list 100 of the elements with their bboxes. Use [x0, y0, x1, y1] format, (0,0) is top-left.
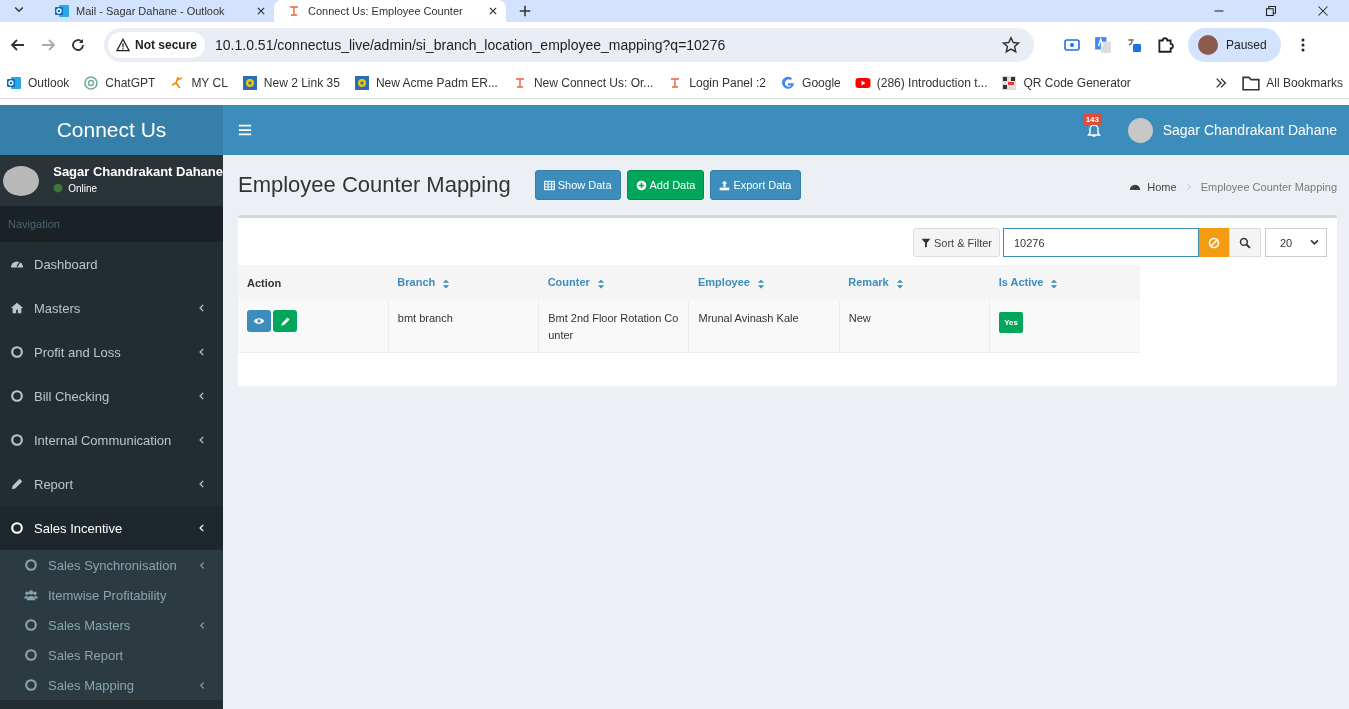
bookmark[interactable]: New Acme Padm ER... — [353, 75, 498, 91]
submenu-item[interactable]: Itemwise Profitability — [0, 580, 223, 610]
sidebar-item[interactable]: Sales Incentive — [0, 506, 223, 550]
notification-count: 143 — [1082, 114, 1102, 125]
close-icon[interactable] — [1317, 5, 1329, 17]
circle-icon — [24, 558, 38, 572]
sort-filter-button[interactable]: Sort & Filter — [912, 228, 1000, 257]
search-field[interactable]: 10276 — [1003, 228, 1199, 257]
translate-icon[interactable] — [1126, 37, 1142, 53]
bell-icon[interactable] — [1085, 122, 1102, 138]
chevron-down-icon — [1309, 237, 1320, 248]
bookmark[interactable]: MY CL — [169, 75, 228, 91]
mail-icon — [54, 3, 70, 19]
home-icon — [10, 301, 24, 315]
sidebar-item[interactable]: Internal Communication — [0, 418, 223, 462]
puzzle-icon[interactable] — [1156, 36, 1174, 54]
filter-icon — [920, 237, 931, 248]
avatar-placeholder — [1127, 117, 1153, 143]
mail-icon — [6, 75, 22, 91]
pencil-icon — [10, 477, 24, 491]
sidebar-item[interactable]: Report — [0, 462, 223, 506]
tab-title: Mail - Sagar Dahane - Outlook — [76, 5, 226, 17]
menu-icon[interactable] — [238, 123, 252, 137]
user-menu[interactable]: Sagar Chandrakant Dahane — [1127, 117, 1337, 143]
export-button[interactable]: Export Data — [710, 170, 801, 200]
sidebar-item[interactable]: Dashboard — [0, 242, 223, 286]
address-bar[interactable]: Not secure 10.1.0.51/connectus_live/admin/si_branch_location_employee_mapping?q=10276 — [104, 28, 1034, 62]
bookmark[interactable]: ChatGPT — [83, 75, 156, 91]
bookmark[interactable]: New 2 Link 35 — [241, 75, 340, 91]
circle-icon — [10, 345, 24, 359]
chevron-right-icon — [1184, 183, 1193, 191]
column-header: Action — [238, 265, 389, 300]
table-cell: bmt branch — [388, 300, 539, 352]
circle-icon — [10, 521, 24, 535]
sidebar-item[interactable]: Masters — [0, 286, 223, 330]
circle-icon — [10, 433, 24, 447]
url-text: 10.1.0.51/connectus_live/admin/si_branch_location_employee_mapping?q=10276 — [215, 37, 726, 53]
view-button[interactable] — [247, 310, 271, 332]
circle-icon — [10, 389, 24, 403]
table-cell: New — [839, 300, 990, 352]
back-icon[interactable] — [10, 37, 26, 53]
bookmark[interactable]: New Connect Us: Or... — [511, 75, 654, 91]
bookmark[interactable]: (286) Introduction t... — [854, 75, 988, 91]
bookmark[interactable]: Google — [780, 75, 841, 91]
restore-icon[interactable] — [1265, 5, 1277, 17]
breadcrumb-current: Employee Counter Mapping — [1200, 181, 1337, 193]
breadcrumb-link[interactable]: Home — [1129, 181, 1177, 193]
table-cell: Mrunal Avinash Kale — [689, 300, 840, 352]
table-icon — [543, 179, 555, 191]
table-cell: Bmt 2nd Floor Rotation Co unter — [538, 300, 689, 352]
chevrons-right-icon[interactable] — [1214, 76, 1229, 90]
screen-icon[interactable] — [1064, 37, 1080, 53]
ban-icon — [1208, 236, 1220, 249]
page-title: Employee Counter Mapping — [238, 172, 511, 198]
status-label: Yes — [999, 312, 1023, 333]
bookmark[interactable]: Outlook — [6, 75, 70, 91]
bookmark[interactable]: Login Panel :2 — [667, 75, 767, 91]
status-text: Online — [68, 182, 98, 194]
sidebar-item[interactable]: Bill Checking — [0, 374, 223, 418]
qr-code-icon — [1001, 75, 1018, 91]
eye-icon — [253, 315, 265, 327]
users-icon — [24, 588, 38, 602]
submenu-item[interactable]: Sales Synchronisation — [0, 550, 223, 580]
app-logo[interactable]: Connect Us — [0, 105, 223, 155]
edit-button[interactable] — [273, 310, 297, 332]
submenu-item[interactable]: Sales Report — [0, 640, 223, 670]
folder-icon — [1242, 74, 1261, 92]
user-name[interactable]: Sagar Chandrakant Dahane — [1162, 122, 1337, 138]
pencil-icon — [279, 315, 291, 327]
browser-tab[interactable]: Mail - Sagar Dahane - Outlook — [42, 0, 274, 22]
close-icon[interactable] — [488, 6, 498, 16]
submenu-item[interactable]: Sales Masters — [0, 610, 223, 640]
sidebar-item[interactable]: Profit and Loss — [0, 330, 223, 374]
warning-icon — [116, 38, 130, 52]
search-button[interactable] — [1229, 228, 1261, 257]
circle-icon — [24, 618, 38, 632]
show-button[interactable]: Show Data — [534, 170, 621, 200]
translate-icon[interactable] — [1094, 36, 1112, 54]
play-icon — [854, 75, 871, 91]
plus-circle-icon — [635, 179, 647, 191]
bookmark[interactable]: All Bookmarks — [1242, 74, 1343, 92]
page-size-select[interactable]: 20 — [1265, 228, 1327, 257]
submenu-item[interactable]: Sales Mapping — [0, 670, 223, 700]
reload-icon[interactable] — [70, 37, 86, 53]
close-icon[interactable] — [256, 6, 266, 16]
circle-icon — [24, 678, 38, 692]
circle-icon — [24, 648, 38, 662]
plus-icon[interactable] — [518, 4, 532, 18]
search-icon — [1239, 236, 1251, 249]
tab-title: Connect Us: Employee Counter — [308, 5, 464, 17]
bookmark[interactable]: QR Code Generator — [1001, 75, 1131, 91]
avatar-placeholder — [1198, 35, 1218, 55]
star-icon[interactable] — [1002, 36, 1020, 54]
upload-icon — [719, 179, 731, 191]
profile-button[interactable]: Paused — [1188, 28, 1281, 62]
user-name: Sagar Chandrakant Dahane — [53, 163, 223, 179]
status-dot-icon — [53, 183, 64, 193]
avatar-placeholder — [3, 165, 40, 196]
google-logo-icon — [780, 75, 797, 91]
browser-tab[interactable]: Connect Us: Employee Counter — [274, 0, 506, 22]
